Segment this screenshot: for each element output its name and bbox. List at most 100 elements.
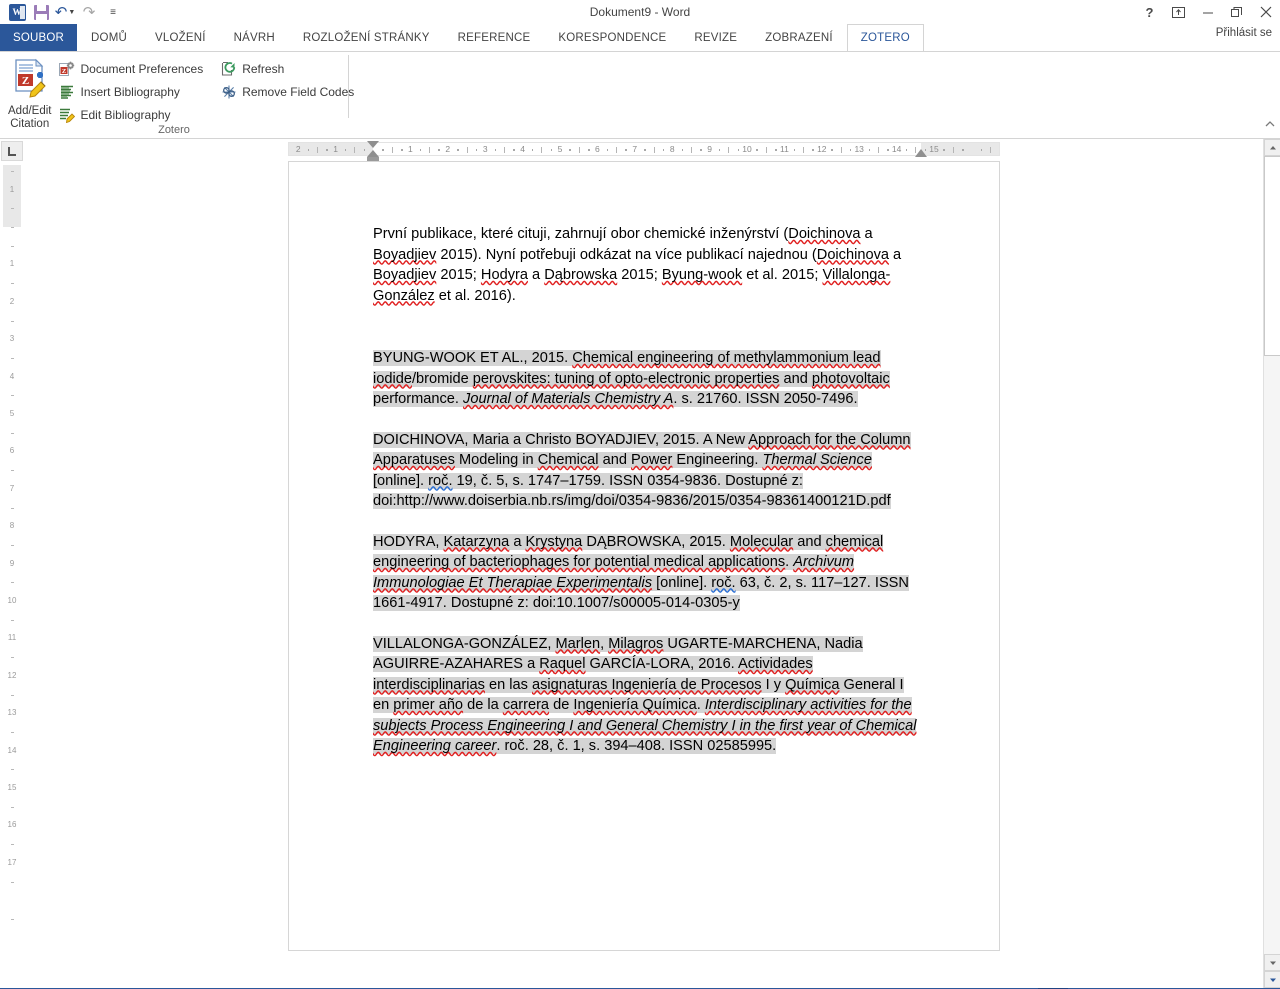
ruler-minor-tick [803,147,805,153]
bib2-part-4: Chemical [537,452,599,468]
bib3-part-6: Molecular [729,533,794,550]
remove-field-codes-button[interactable]: Remove Field Codes [219,80,360,103]
ruler-minor-tick [840,147,842,153]
document-page[interactable]: První publikace, které cituji, zahrnují … [288,161,1000,951]
bib1-part-3: /bromide [411,370,473,387]
ruler-minor-tick [382,149,384,151]
bib2-journal-title: Thermal Science [762,452,872,468]
left-tab-stop-icon[interactable] [1,141,23,161]
tab-korespondence[interactable]: KORESPONDENCE [544,24,680,51]
remove-field-codes-icon [221,84,237,100]
ribbon-display-options-icon[interactable] [1164,0,1193,24]
vertical-ruler-tick-7: 7 [9,483,15,493]
bib1-part-4: perovskites: tuning of opto-electronic p… [472,370,780,387]
tab-zotero[interactable]: ZOTERO [846,24,924,51]
refresh-button[interactable]: Refresh [219,57,360,80]
document-preferences-button[interactable]: Z Document Preferences [57,57,209,80]
ruler-minor-tick [718,149,721,151]
tab-revize[interactable]: REVIZE [680,24,751,51]
bibliography-entry-byung-wook[interactable]: BYUNG-WOOK ET AL., 2015. Chemical engine… [373,348,919,410]
vertical-ruler-tick-8: 8 [9,521,15,531]
ruler-tick-12: 12 [817,144,827,154]
ruler-minor-tick [578,147,580,153]
edit-bibliography-button[interactable]: Edit Bibliography [57,103,209,126]
bib4-part-2: Marlen [555,635,601,652]
bibliography-entry-villalonga[interactable]: VILLALONGA-GONZÁLEZ, Marlen, Milagros UG… [373,634,919,757]
intro-text-6: a [527,267,545,283]
ruler-tick-2: 2 [445,144,451,154]
bib2-part-3: Modeling in [454,452,538,468]
restore-icon[interactable] [1222,0,1251,24]
bib1-part-5: and [779,370,812,387]
ruler-minor-tick [653,147,655,153]
page-content[interactable]: První publikace, které cituji, zahrnují … [289,162,999,757]
minimize-icon[interactable] [1193,0,1222,24]
scroll-up-icon[interactable] [1264,139,1280,156]
bib3-roc: roč. [711,574,736,591]
ruler-tick-1: 1 [408,144,413,154]
tab-soubor[interactable]: SOUBOR [0,24,78,51]
ruler-minor-tick [429,147,431,153]
ruler-tick-2: 2 [295,144,301,154]
ruler-minor-tick [569,149,571,151]
word-logo-icon[interactable] [6,2,28,22]
tab-zobrazeni[interactable]: ZOBRAZENÍ [751,24,847,51]
ruler-minor-tick [438,149,440,151]
undo-icon[interactable]: ↶ ▼ [54,2,76,22]
ruler-minor-tick [905,149,908,151]
tab-vlozeni[interactable]: VLOŽENÍ [141,24,220,51]
ruler-minor-tick [943,149,945,151]
scroll-down-icon[interactable] [1264,954,1280,971]
vertical-ruler-minor-tick [11,881,14,883]
bib3-part-5: DĄBROWSKA, 2015. [582,533,730,550]
bib4-part-16: carrera [502,697,550,713]
intro-text-4: a [888,246,902,263]
bib2-roc: roč. [428,472,453,489]
vertical-ruler-tick-15: 15 [7,783,17,792]
ruler-minor-tick [457,149,459,151]
ruler-minor-tick [391,147,393,153]
vertical-ruler-minor-tick [11,170,14,172]
tab-rozlozeni-stranky[interactable]: ROZLOŽENÍ STRÁNKY [289,24,444,51]
sign-in-link[interactable]: Přihlásit se [1216,27,1272,39]
first-line-indent-marker-icon[interactable] [367,141,379,148]
hanging-indent-marker-icon[interactable] [367,150,379,157]
save-icon[interactable] [30,2,52,22]
vertical-ruler-tick-12: 12 [7,670,17,680]
bibliography-entry-doichinova[interactable]: DOICHINOVA, Maria a Christo BOYADJIEV, 2… [373,430,919,512]
vertical-ruler-minor-tick [11,769,14,771]
customize-quick-access-icon[interactable]: ≡ [102,2,124,22]
ruler-tick-3: 3 [482,144,488,154]
vertical-scroll-track[interactable] [1264,156,1280,954]
paragraph-intro[interactable]: První publikace, které cituji, zahrnují … [373,224,919,306]
redo-icon[interactable]: ↷ [78,2,100,22]
bib1-part-8: . s. 21760. ISSN 2050-7496. [673,391,858,407]
ruler-minor-tick [616,147,618,153]
vertical-ruler-minor-tick [11,844,14,846]
insert-bibliography-icon [59,84,75,100]
horizontal-ruler[interactable]: 2 1 1 2 3 4 5 6 7 8 9 10 11 12 13 14 15 [24,139,1280,161]
ruler-minor-tick [503,147,505,153]
intro-cite-7: Byung-wook [661,267,743,283]
remove-field-codes-label: Remove Field Codes [242,84,355,99]
collapse-ribbon-icon[interactable] [1264,118,1276,136]
vertical-scroll-thumb[interactable] [1264,156,1280,356]
tab-domu[interactable]: DOMŮ [77,24,141,51]
vertical-scrollbar[interactable] [1263,139,1280,988]
intro-cite-6: Dąbrowska [544,267,618,283]
next-page-icon[interactable] [1264,971,1280,988]
tab-reference[interactable]: REFERENCE [444,24,545,51]
insert-bibliography-button[interactable]: Insert Bibliography [57,80,209,103]
close-icon[interactable] [1251,0,1280,24]
ruler-minor-tick [326,149,328,151]
ruler-minor-tick [681,149,684,151]
bib3-part-3: a [509,533,526,550]
vertical-ruler[interactable]: 1 1 2 3 4 5 6 7 8 9 10 11 12 13 14 15 16 17 [0,139,24,988]
bibliography-entry-hodyra[interactable]: HODYRA, Katarzyna a Krystyna DĄBROWSKA, … [373,532,919,614]
ruler-minor-tick [765,147,767,153]
tab-navrh[interactable]: NÁVRH [220,24,289,51]
add-edit-citation-button[interactable]: Z Add/Edit Citation [8,55,51,131]
bib4-part-4: Milagros [608,635,664,652]
help-question-icon[interactable]: ? [1135,0,1164,24]
intro-text-7: 2015; [617,267,662,283]
